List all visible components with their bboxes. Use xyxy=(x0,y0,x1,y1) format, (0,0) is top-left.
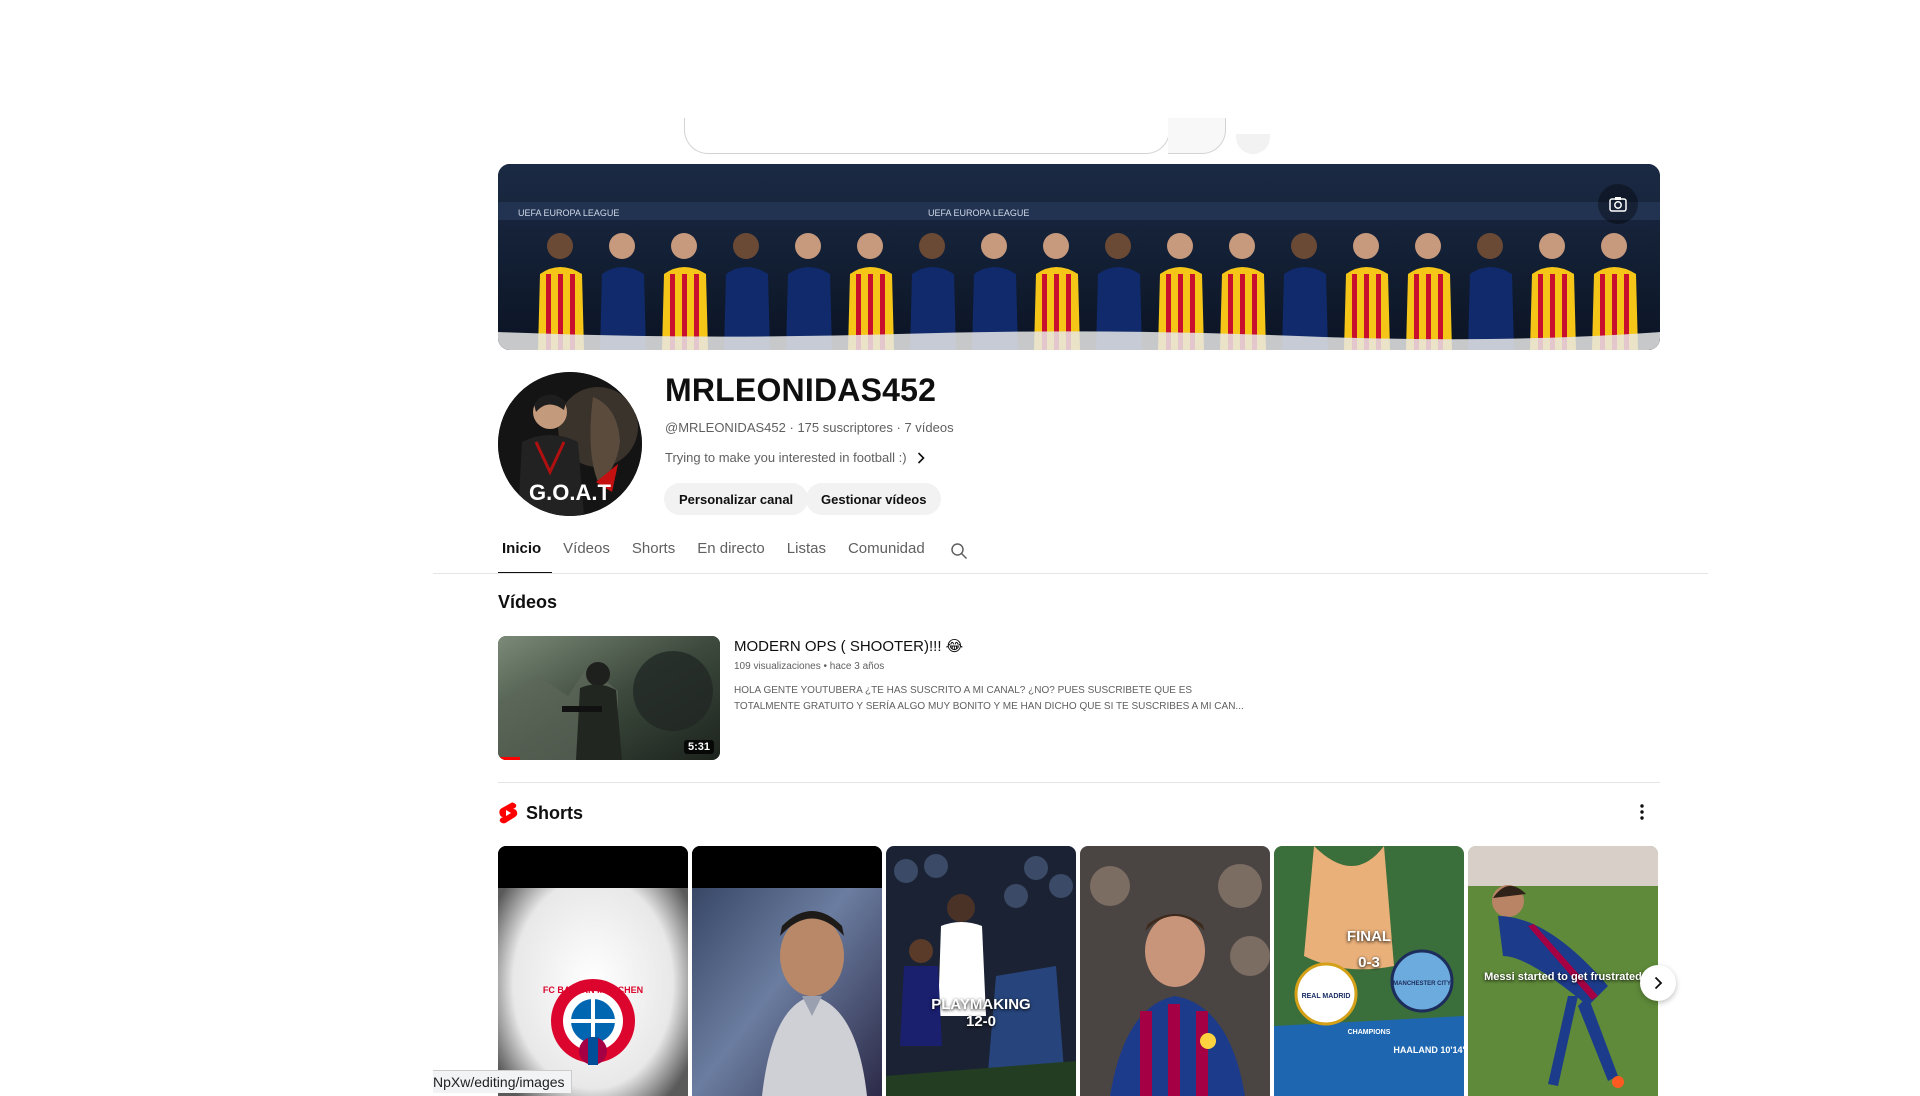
tab-listas[interactable]: Listas xyxy=(776,540,837,574)
short-thumbnail xyxy=(692,846,882,1096)
banner-player-head xyxy=(1477,233,1503,259)
banner-player-head xyxy=(609,233,635,259)
shorts-section-title: Shorts xyxy=(526,803,584,823)
shorts-logo-icon xyxy=(498,802,518,829)
video-description: HOLA GENTE YOUTUBERA ¿TE HAS SUSCRITO A … xyxy=(734,685,1244,712)
banner-player-head xyxy=(547,233,573,259)
video-count: 7 vídeos xyxy=(904,420,954,435)
channel-description-text: Trying to make you interested in footbal… xyxy=(665,450,907,465)
short-caption: FINAL 0-3 xyxy=(1346,928,1392,971)
banner-image: UEFA EUROPA LEAGUE UEFA EUROPA LEAGUE xyxy=(498,164,1660,350)
video-watch-progress xyxy=(498,757,521,760)
voice-search-button[interactable] xyxy=(1236,134,1270,154)
manage-videos-button[interactable]: Gestionar vídeos xyxy=(806,483,942,515)
badge-right-text: MANCHESTER CITY xyxy=(1393,981,1451,987)
short-item[interactable]: FC BAYERN MÜNCHEN xyxy=(498,846,688,1096)
videos-section-title: Vídeos xyxy=(498,592,558,612)
banner-player-body xyxy=(1468,267,1514,350)
channel-avatar[interactable]: G.O.A.T xyxy=(498,372,642,516)
badge-left-text: REAL MADRID xyxy=(1302,993,1351,1000)
channel-description[interactable]: Trying to make you interested in footbal… xyxy=(665,450,925,465)
more-vert-icon[interactable] xyxy=(1630,800,1654,824)
banner-player-head xyxy=(857,233,883,259)
banner-kit-stripe xyxy=(1426,274,1431,350)
channel-handle: @MRLEONIDAS452 xyxy=(665,420,786,435)
banner-player-head xyxy=(1291,233,1317,259)
short-thumbnail: FC BAYERN MÜNCHEN xyxy=(498,846,688,1096)
short-item[interactable] xyxy=(1080,846,1270,1096)
meta-separator: · xyxy=(896,420,901,435)
short-caption: PLAYMAKING 12-0 xyxy=(931,996,1031,1030)
video-thumbnail[interactable]: 5:31 xyxy=(498,636,720,760)
video-stats: 109 visualizaciones • hace 3 años xyxy=(734,661,884,672)
short-item[interactable]: PLAYMAKING 12-0 xyxy=(886,846,1076,1096)
short-thumbnail xyxy=(1080,846,1270,1096)
banner-player-head xyxy=(1415,233,1441,259)
edit-banner-camera-icon[interactable] xyxy=(1598,184,1638,224)
short-thumbnail xyxy=(886,846,1076,1096)
banner-kit-stripe xyxy=(1414,274,1419,350)
banner-player-head xyxy=(1601,233,1627,259)
channel-name: MRLEONIDAS452 xyxy=(665,372,937,408)
short-sub-caption: HAALAND 10'14'26 xyxy=(1393,1045,1464,1055)
banner-player-head xyxy=(1229,233,1255,259)
video-views: 109 visualizaciones xyxy=(734,661,821,672)
tab-shorts[interactable]: Shorts xyxy=(621,540,686,574)
customize-channel-button[interactable]: Personalizar canal xyxy=(664,483,809,515)
avatar-image: G.O.A.T xyxy=(498,372,642,516)
video-age: hace 3 años xyxy=(829,661,885,672)
channel-meta: @MRLEONIDAS452 · 175 suscriptores · 7 ví… xyxy=(665,420,954,435)
tab-comunidad[interactable]: Comunidad xyxy=(837,540,936,574)
banner-player-head xyxy=(1043,233,1069,259)
search-input[interactable] xyxy=(684,118,1170,154)
stats-dot: • xyxy=(823,661,828,672)
banner-player-head xyxy=(1105,233,1131,259)
banner-player-head xyxy=(795,233,821,259)
banner-player-head xyxy=(1353,233,1379,259)
banner-player-head xyxy=(671,233,697,259)
tab-videos[interactable]: Vídeos xyxy=(552,540,621,574)
banner-player-head xyxy=(1539,233,1565,259)
chevron-right-icon[interactable] xyxy=(1640,965,1676,1001)
tabs-divider xyxy=(433,573,1708,574)
banner-player-head xyxy=(1167,233,1193,259)
short-item[interactable]: Messi started to get frustrated xyxy=(1468,846,1658,1096)
short-item[interactable]: REAL MADRID MANCHESTER CITY CHAMPIONS HA… xyxy=(1274,846,1464,1096)
banner-player-head xyxy=(981,233,1007,259)
section-divider xyxy=(498,782,1660,783)
banner-board-text-2: UEFA EUROPA LEAGUE xyxy=(928,208,1029,218)
chevron-right-icon xyxy=(917,451,925,464)
short-caption: Messi started to get frustrated xyxy=(1484,971,1642,983)
search-icon[interactable] xyxy=(950,542,968,565)
tab-en-directo[interactable]: En directo xyxy=(686,540,776,574)
subscriber-count: 175 suscriptores xyxy=(797,420,893,435)
banner-kit-stripe xyxy=(1438,274,1443,350)
tab-inicio[interactable]: Inicio xyxy=(498,540,553,574)
banner-player-head xyxy=(733,233,759,259)
short-logo-text: FC BAYERN MÜNCHEN xyxy=(543,985,643,995)
channel-tabs: Inicio Vídeos Shorts En directo Listas C… xyxy=(498,540,936,574)
channel-banner: UEFA EUROPA LEAGUE UEFA EUROPA LEAGUE xyxy=(498,164,1660,350)
banner-player-head xyxy=(919,233,945,259)
meta-separator: · xyxy=(789,420,794,435)
center-text: CHAMPIONS xyxy=(1348,1029,1391,1036)
banner-board-text: UEFA EUROPA LEAGUE xyxy=(518,208,619,218)
avatar-text: G.O.A.T xyxy=(529,480,611,505)
video-duration: 5:31 xyxy=(683,740,714,754)
short-item[interactable] xyxy=(692,846,882,1096)
status-bar-url: NpXw/editing/images xyxy=(433,1070,572,1093)
search-button[interactable] xyxy=(1168,118,1226,154)
video-title[interactable]: MODERN OPS ( SHOOTER)!!! 😂 xyxy=(734,637,963,655)
